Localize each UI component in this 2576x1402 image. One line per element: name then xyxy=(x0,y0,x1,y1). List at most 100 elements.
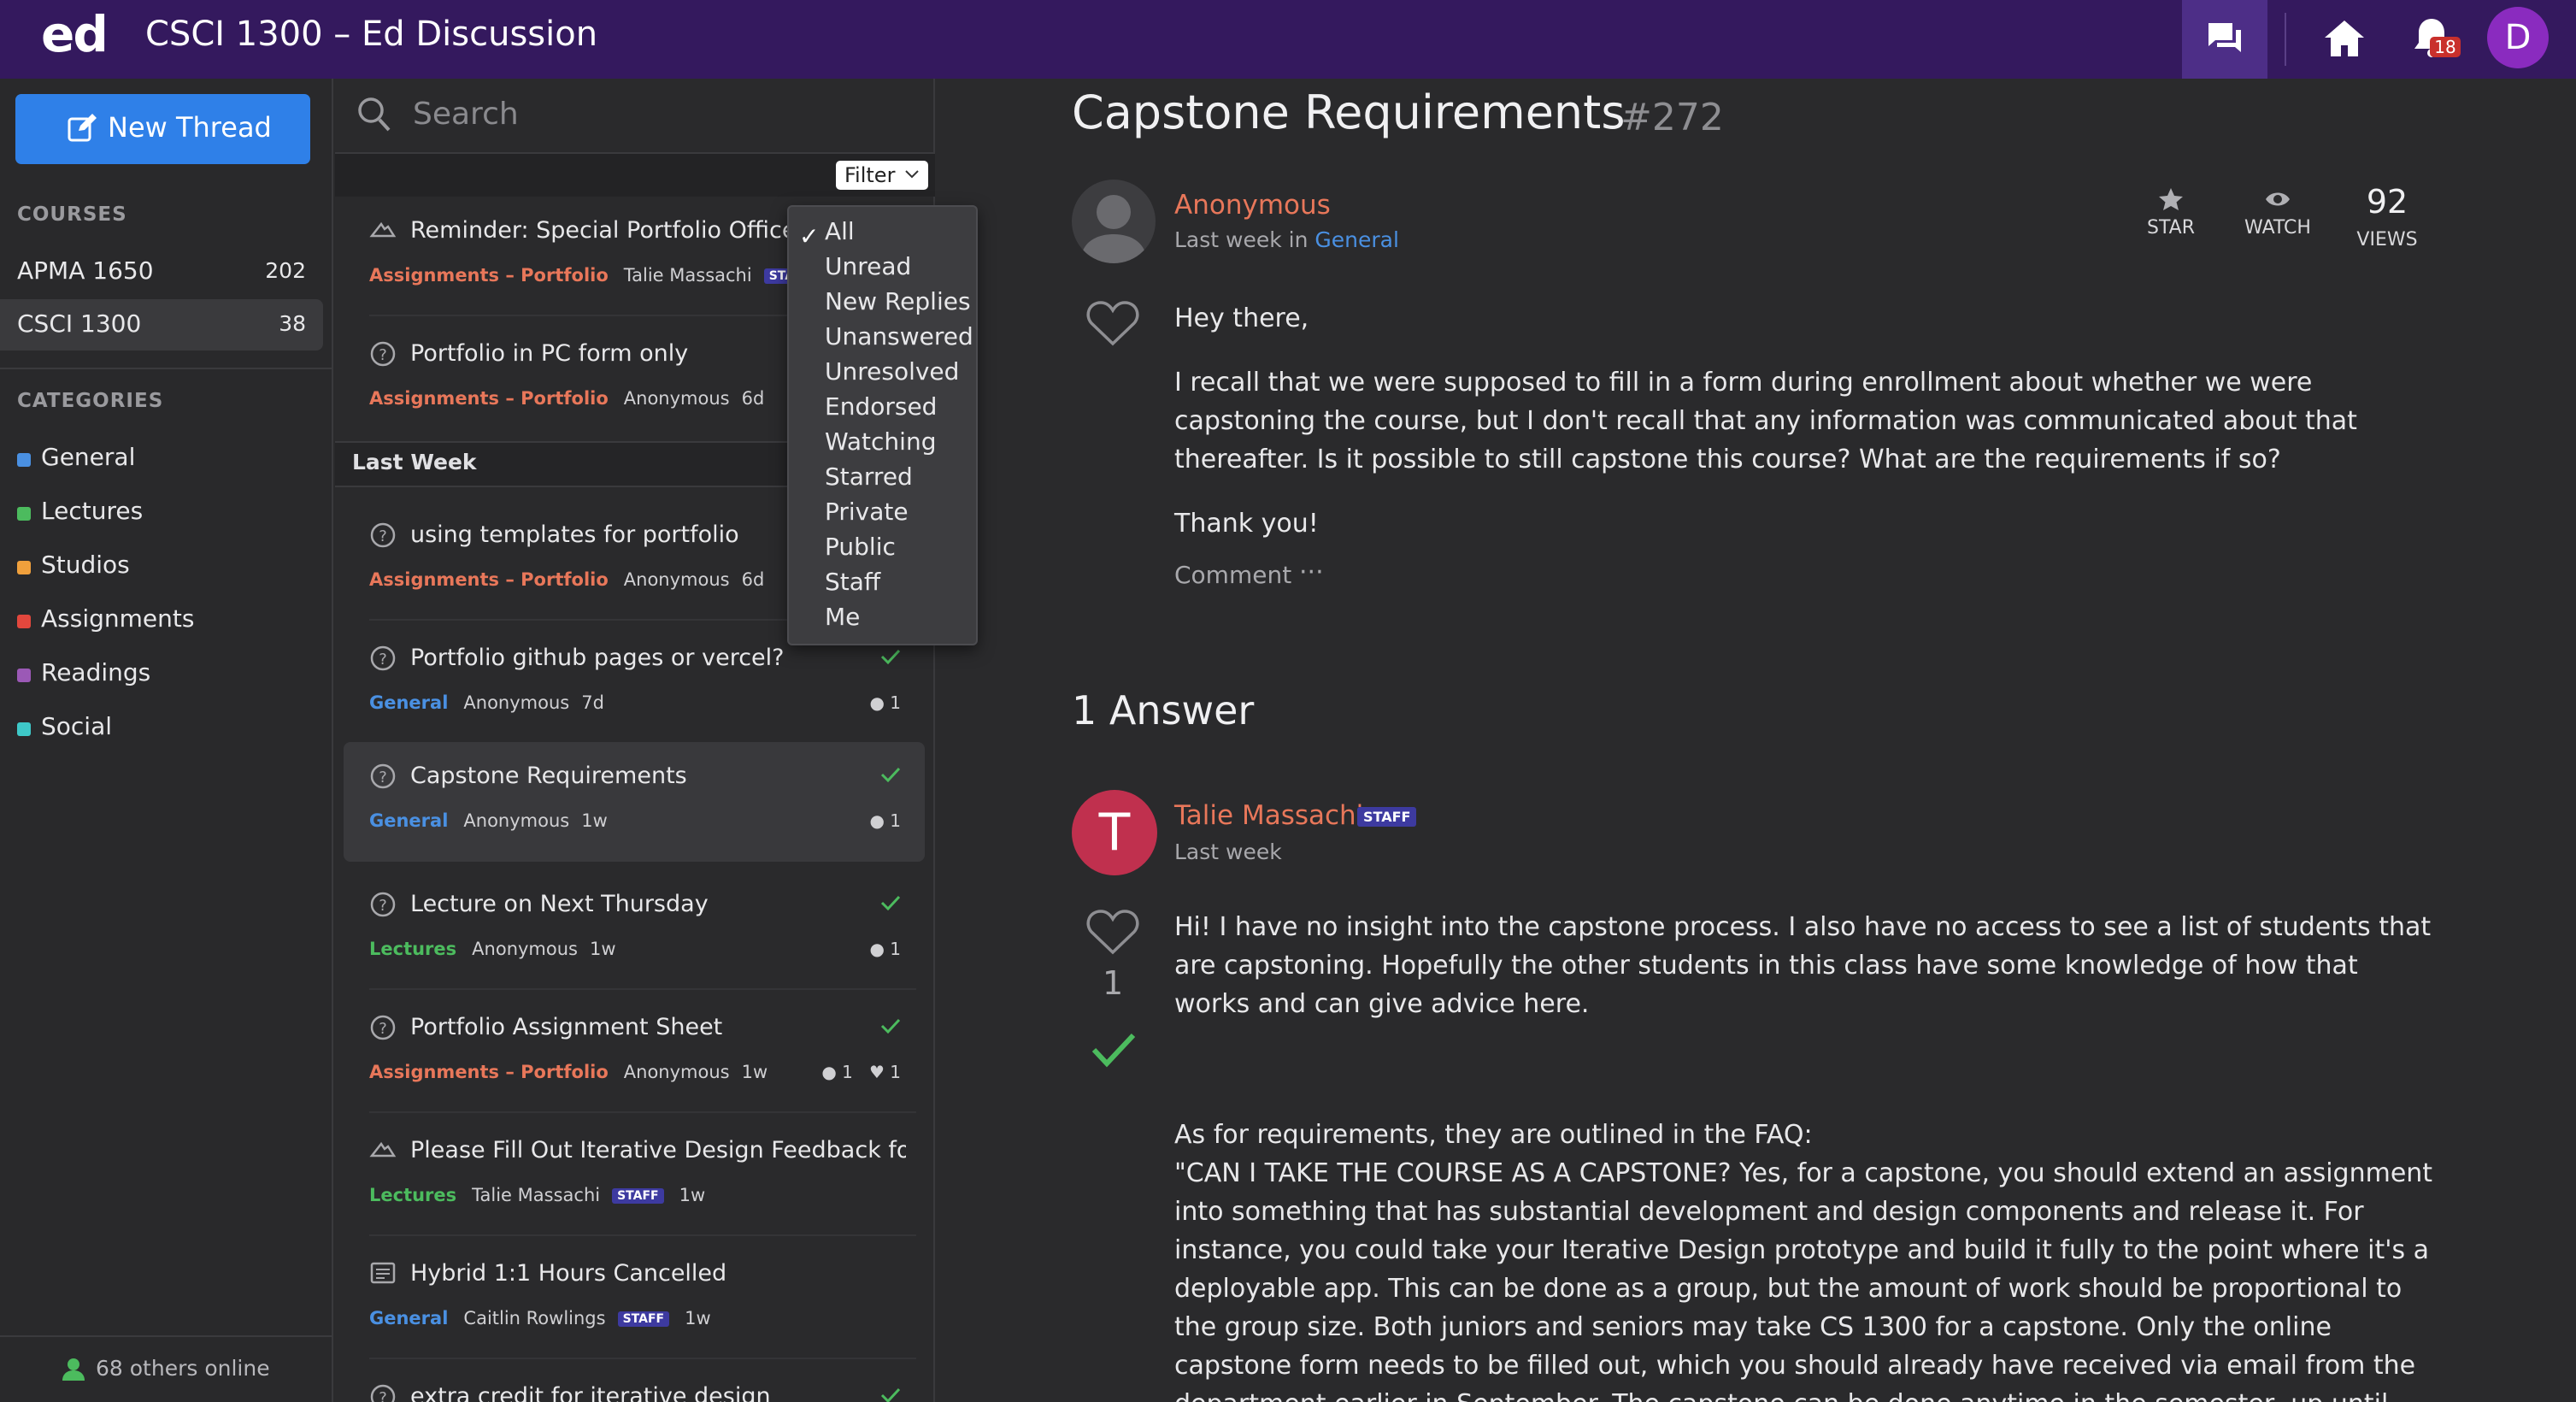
course-name: APMA 1650 xyxy=(17,256,154,285)
filter-option-public[interactable]: Public xyxy=(825,533,896,561)
heart-like-icon[interactable] xyxy=(1086,299,1139,347)
star-button[interactable]: STAR xyxy=(2137,186,2205,239)
category-name: Lectures xyxy=(41,497,144,525)
thread-author: Caitlin Rowlings xyxy=(463,1308,606,1328)
answers-heading: 1 Answer xyxy=(1072,687,1255,733)
filter-option-unanswered[interactable]: Unanswered xyxy=(825,322,973,350)
filter-option-starred[interactable]: Starred xyxy=(825,462,913,491)
comment-icon: ● xyxy=(869,692,885,713)
heart-like-icon[interactable] xyxy=(1086,908,1139,956)
anonymous-user-icon xyxy=(1080,195,1147,263)
thread-category: General xyxy=(369,810,449,831)
filter-option-staff[interactable]: Staff xyxy=(825,568,880,596)
thread-age: 6d xyxy=(741,388,765,409)
staff-badge: STAFF xyxy=(612,1188,664,1204)
answer-author[interactable]: Talie Massachi xyxy=(1174,800,1363,831)
thread-meta: Assignments – Portfolio Anonymous 1w xyxy=(369,1062,768,1082)
category-color-dot xyxy=(17,507,31,521)
answer-body-faq-intro: As for requirements, they are outlined i… xyxy=(1174,1120,1813,1150)
watch-button[interactable]: WATCH xyxy=(2241,186,2314,239)
anonymous-avatar xyxy=(1072,180,1156,263)
thread-title: Portfolio Assignment Sheet xyxy=(410,1014,723,1040)
post-author[interactable]: Anonymous xyxy=(1174,190,1331,221)
question-icon: ? xyxy=(370,645,396,671)
thread-item-capstone-requirements-selected[interactable]: ? Capstone Requirements General Anonymous… xyxy=(344,742,925,862)
category-item-assignments[interactable]: Assignments xyxy=(0,594,323,645)
course-count: 202 xyxy=(265,258,306,283)
thread-item-extra-credit[interactable]: ? extra credit for iterative design xyxy=(344,1363,925,1402)
filter-option-me[interactable]: Me xyxy=(825,603,860,631)
post-body-greeting: Hey there, xyxy=(1174,303,1309,333)
comment-heart-counts: ● 1 ♥ 1 xyxy=(821,1062,901,1082)
answered-check-icon xyxy=(880,895,901,911)
more-options-icon[interactable]: ··· xyxy=(1299,557,1324,587)
filter-option-unread[interactable]: Unread xyxy=(825,252,911,280)
thread-item-lecture-next-thursday[interactable]: ? Lecture on Next Thursday Lectures Anony… xyxy=(344,870,925,990)
filter-dropdown-button[interactable]: Filter xyxy=(836,161,928,190)
filter-option-watching[interactable]: Watching xyxy=(825,427,936,456)
heart-icon: ♥ xyxy=(868,1062,885,1082)
thread-item-iterative-design-feedback[interactable]: Please Fill Out Iterative Design Feedbac… xyxy=(344,1116,925,1236)
compose-icon xyxy=(68,114,97,142)
comment-count-value: 1 xyxy=(842,1062,853,1082)
comment-icon: ● xyxy=(869,810,885,831)
category-item-social[interactable]: Social xyxy=(0,702,323,753)
thread-item-portfolio-assignment-sheet[interactable]: ? Portfolio Assignment Sheet Assignments… xyxy=(344,993,925,1113)
filter-option-private[interactable]: Private xyxy=(825,498,909,526)
category-name: Assignments xyxy=(41,604,195,633)
category-item-studios[interactable]: Studios xyxy=(0,540,323,592)
notification-badge: 18 xyxy=(2430,37,2461,57)
thread-item-hybrid-hours-cancelled[interactable]: Hybrid 1:1 Hours Cancelled General Caitli… xyxy=(344,1240,925,1359)
thread-meta: Assignments – Portfolio Anonymous 6d xyxy=(369,388,764,409)
thread-title: Portfolio github pages or vercel? xyxy=(410,645,785,671)
search-input[interactable]: Search xyxy=(413,97,519,132)
discussion-button[interactable] xyxy=(2182,0,2267,79)
course-item-apma1650[interactable]: APMA 1650 202 xyxy=(0,246,323,297)
courses-heading: COURSES xyxy=(17,203,127,226)
thread-category: Lectures xyxy=(369,1185,457,1205)
comment-count: ● 1 xyxy=(869,810,901,831)
answer-time: Last week xyxy=(1174,839,1282,864)
filter-option-new-replies[interactable]: New Replies xyxy=(825,287,971,315)
new-thread-button[interactable]: New Thread xyxy=(15,94,310,164)
thread-author: Talie Massachi xyxy=(472,1185,601,1205)
thread-age: 1w xyxy=(679,1185,706,1205)
thread-category: Assignments – Portfolio xyxy=(369,569,609,590)
post-body-paragraph: I recall that we were supposed to fill i… xyxy=(1174,368,2357,474)
thread-author: Anonymous xyxy=(472,939,578,959)
thread-category: Lectures xyxy=(369,939,457,959)
filter-option-all[interactable]: All xyxy=(825,217,855,245)
comment-button[interactable]: Comment xyxy=(1174,561,1291,589)
thread-author: Anonymous xyxy=(623,569,730,590)
thread-author: Anonymous xyxy=(623,388,730,409)
thread-title: Lecture on Next Thursday xyxy=(410,891,709,917)
views-count: 92 xyxy=(2366,183,2408,221)
course-item-csci1300[interactable]: CSCI 1300 38 xyxy=(0,299,323,350)
thread-title: extra credit for iterative design xyxy=(410,1383,771,1402)
answer-body-paragraph: Hi! I have no insight into the capstone … xyxy=(1174,912,2432,1019)
category-item-readings[interactable]: Readings xyxy=(0,648,323,699)
search-icon xyxy=(358,97,391,132)
new-thread-label: New Thread xyxy=(108,111,272,144)
thread-author: Anonymous xyxy=(623,1062,730,1082)
thread-separator xyxy=(369,1111,916,1113)
category-item-lectures[interactable]: Lectures xyxy=(0,486,323,538)
announcement-icon xyxy=(369,1141,397,1158)
filter-option-endorsed[interactable]: Endorsed xyxy=(825,392,937,421)
post-category-link[interactable]: General xyxy=(1314,227,1399,252)
category-name: Studios xyxy=(41,551,130,579)
thread-title: Please Fill Out Iterative Design Feedbac… xyxy=(410,1137,906,1163)
thread-author: Talie Massachi xyxy=(623,265,752,286)
comment-count-value: 1 xyxy=(890,939,901,959)
user-avatar[interactable]: D xyxy=(2487,7,2549,68)
watch-label: WATCH xyxy=(2244,217,2311,239)
chevron-down-icon xyxy=(905,170,919,179)
ed-logo[interactable]: ed xyxy=(41,5,109,63)
home-icon[interactable] xyxy=(2323,19,2366,58)
filter-option-unresolved[interactable]: Unresolved xyxy=(825,357,959,386)
svg-text:?: ? xyxy=(379,1020,387,1038)
category-item-general[interactable]: General xyxy=(0,433,323,484)
selected-check-icon: ✓ xyxy=(799,222,820,250)
group-label: Last Week xyxy=(352,450,477,474)
filter-dropdown-menu: ✓ All Unread New Replies Unanswered Unre… xyxy=(787,205,978,645)
